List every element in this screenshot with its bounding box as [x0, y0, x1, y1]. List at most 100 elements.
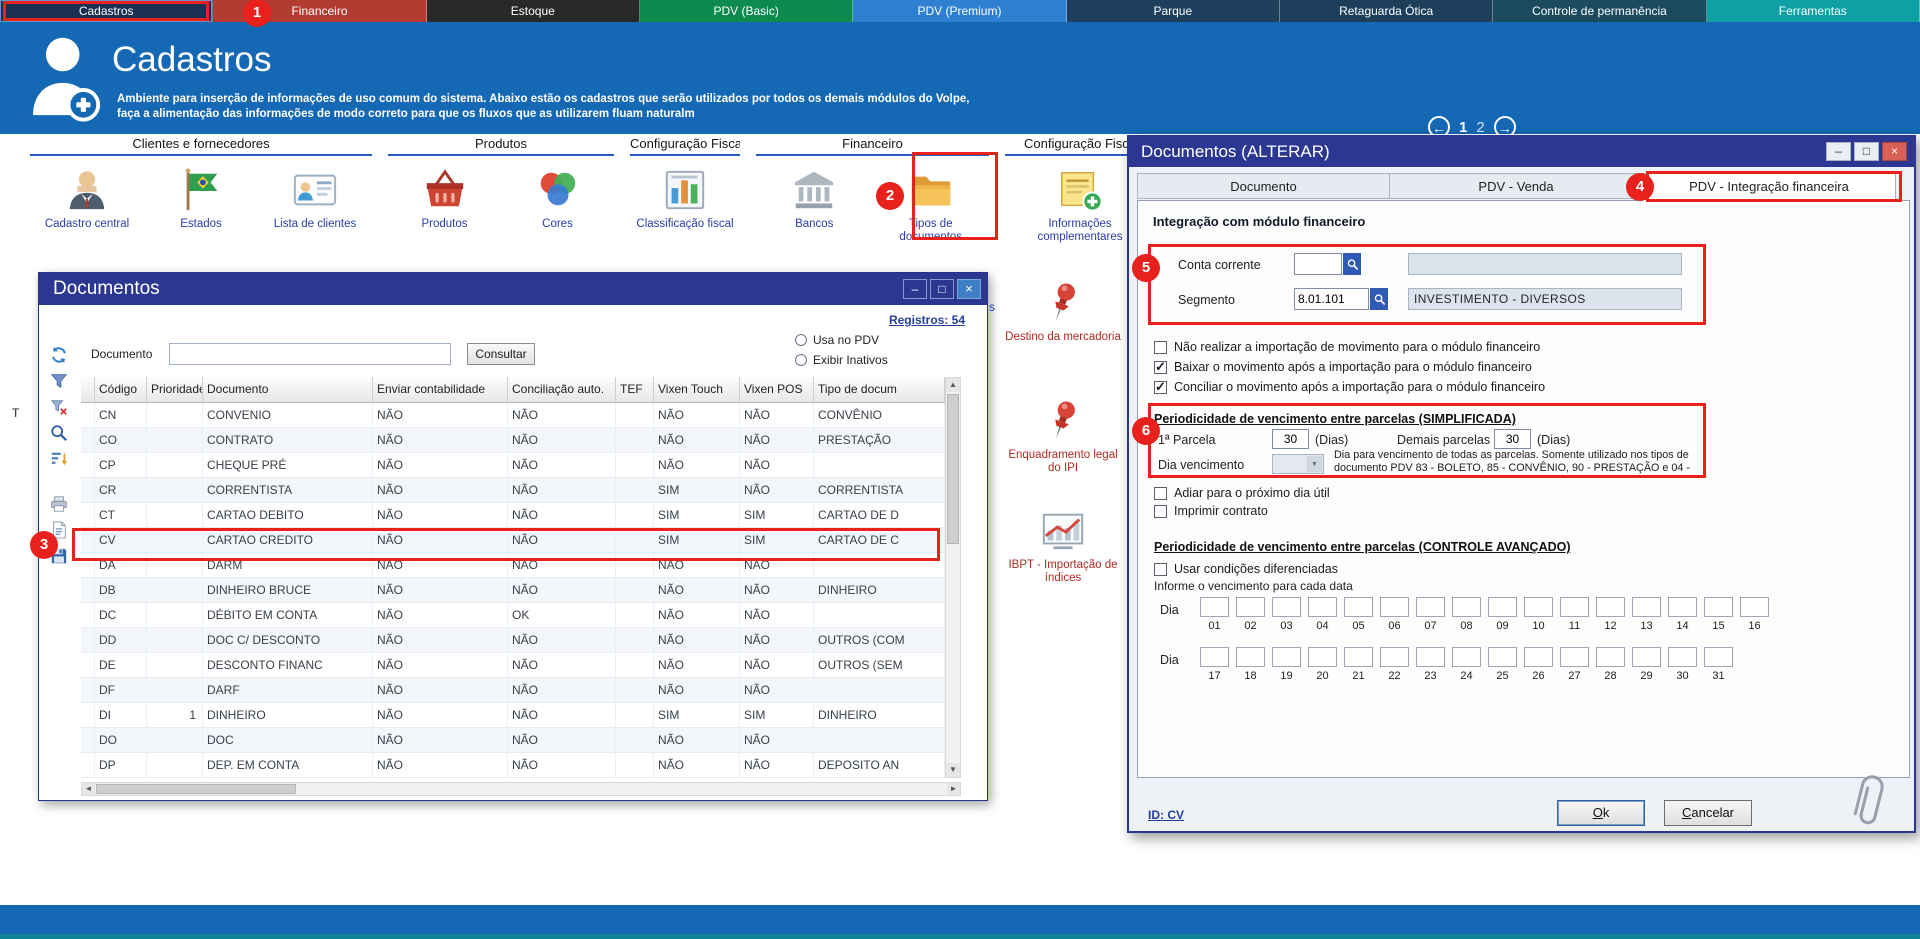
day-input-20[interactable] — [1308, 647, 1337, 667]
checkbox-imprimir-contrato[interactable]: Imprimir contrato — [1154, 501, 1268, 521]
top-tab-controle-de-permanencia[interactable]: Controle de permanência — [1493, 0, 1706, 22]
radio-usa-no-pdv[interactable]: Usa no PDV — [795, 333, 879, 347]
day-input-24[interactable] — [1452, 647, 1481, 667]
column-header-marker[interactable] — [81, 377, 95, 403]
day-input-19[interactable] — [1272, 647, 1301, 667]
day-input-27[interactable] — [1560, 647, 1589, 667]
day-input-04[interactable] — [1308, 597, 1337, 617]
cancel-button[interactable]: Cancelar — [1664, 800, 1752, 826]
close-button[interactable]: × — [1882, 142, 1907, 161]
dialog-tab-pdv-venda[interactable]: PDV - Venda — [1390, 173, 1643, 199]
day-input-14[interactable] — [1668, 597, 1697, 617]
vertical-scrollbar[interactable]: ▲ ▼ — [945, 377, 961, 778]
scroll-right-icon[interactable]: ► — [947, 783, 960, 795]
scroll-down-icon[interactable]: ▼ — [946, 763, 960, 777]
column-header-prioridade[interactable]: Prioridade — [147, 377, 203, 403]
column-header-codigo[interactable]: Código — [95, 377, 147, 403]
scroll-left-icon[interactable]: ◄ — [82, 783, 95, 795]
top-tab-parque[interactable]: Parque — [1067, 0, 1280, 22]
day-input-03[interactable] — [1272, 597, 1301, 617]
day-input-29[interactable] — [1632, 647, 1661, 667]
table-row-CT[interactable]: CTCARTAO DEBITONÃONÃOSIMSIMCARTAO DE D — [81, 503, 945, 528]
top-tab-pdv-basic[interactable]: PDV (Basic) — [640, 0, 853, 22]
shortcut-cadastro-central[interactable]: Cadastro central — [35, 165, 139, 231]
horizontal-scrollbar[interactable]: ◄ ► — [81, 782, 961, 796]
checkbox-icon[interactable]: ✓ — [1154, 361, 1167, 374]
day-input-21[interactable] — [1344, 647, 1373, 667]
column-header-tef[interactable]: TEF — [616, 377, 654, 403]
table-row-DB[interactable]: DBDINHEIRO BRUCENÃONÃONÃONÃODINHEIRO — [81, 578, 945, 603]
dialog-titlebar[interactable]: Documentos (ALTERAR) – □ × — [1129, 137, 1914, 167]
day-input-02[interactable] — [1236, 597, 1265, 617]
scrollbar-thumb[interactable] — [96, 784, 296, 794]
top-tab-ferramentas[interactable]: Ferramentas — [1707, 0, 1920, 22]
day-input-13[interactable] — [1632, 597, 1661, 617]
checkbox-icon[interactable] — [1154, 505, 1167, 518]
day-input-17[interactable] — [1200, 647, 1229, 667]
top-tab-retaguarda-otica[interactable]: Retaguarda Ótica — [1280, 0, 1493, 22]
day-input-01[interactable] — [1200, 597, 1229, 617]
shortcut-bancos[interactable]: Bancos — [762, 165, 866, 244]
top-tab-cadastros[interactable]: Cadastros — [0, 0, 213, 22]
table-row-CV[interactable]: CVCARTAO CREDITONÃONÃOSIMSIMCARTAO DE C — [81, 528, 945, 553]
day-input-12[interactable] — [1596, 597, 1625, 617]
print-icon[interactable] — [47, 492, 71, 516]
checkbox-icon[interactable] — [1154, 487, 1167, 500]
checkbox-icon[interactable] — [1154, 341, 1167, 354]
table-row-DC[interactable]: DCDÉBITO EM CONTANÃOOKNÃONÃO — [81, 603, 945, 628]
day-input-09[interactable] — [1488, 597, 1517, 617]
column-header-vixen-touch[interactable]: Vixen Touch — [654, 377, 740, 403]
pager-page-2[interactable]: 2 — [1476, 119, 1484, 136]
maximize-button[interactable]: □ — [1854, 142, 1879, 161]
day-input-15[interactable] — [1704, 597, 1733, 617]
paperclip-icon[interactable] — [1847, 772, 1894, 835]
filter-icon[interactable] — [47, 369, 71, 393]
checkbox-nao-realizar-a-importacao-de-movimento-para-o-modulo-financeiro[interactable]: Não realizar a importação de movimento p… — [1154, 337, 1545, 357]
minimize-button[interactable]: – — [1826, 142, 1851, 161]
conta-corrente-lookup-button[interactable] — [1343, 253, 1361, 275]
top-tab-estoque[interactable]: Estoque — [427, 0, 640, 22]
refresh-icon[interactable] — [47, 343, 71, 367]
table-row-DE[interactable]: DEDESCONTO FINANCNÃONÃONÃONÃOOUTROS (SEM — [81, 653, 945, 678]
day-input-10[interactable] — [1524, 597, 1553, 617]
segmento-lookup-button[interactable] — [1370, 288, 1388, 310]
day-input-06[interactable] — [1380, 597, 1409, 617]
shortcut-destino-da-mercadoria[interactable]: Destino da mercadoria — [1003, 278, 1123, 344]
demais-parcelas-input[interactable] — [1494, 429, 1531, 449]
search-input[interactable] — [169, 343, 451, 365]
day-input-22[interactable] — [1380, 647, 1409, 667]
checkbox-conciliar-o-movimento-apos-a-importacao-para-o-modulo-financeiro[interactable]: ✓Conciliar o movimento após a importação… — [1154, 377, 1545, 397]
shortcut-cores[interactable]: Cores — [506, 165, 610, 231]
documentos-titlebar[interactable]: Documentos – □ × — [39, 273, 987, 305]
clear-filter-icon[interactable] — [47, 395, 71, 419]
column-header-conciliacao-auto[interactable]: Conciliação auto. — [508, 377, 616, 403]
record-id-link[interactable]: ID: CV — [1148, 808, 1184, 822]
column-header-tipo-de-docum[interactable]: Tipo de docum — [814, 377, 945, 403]
table-row-CP[interactable]: CPCHEQUE PRÉNÃONÃONÃONÃO — [81, 453, 945, 478]
table-row-CR[interactable]: CRCORRENTISTANÃONÃOSIMNÃOCORRENTISTA — [81, 478, 945, 503]
checkbox-baixar-o-movimento-apos-a-importacao-para-o-modulo-financeiro[interactable]: ✓Baixar o movimento após a importação pa… — [1154, 357, 1545, 377]
dia-vencimento-combo[interactable]: ▼ — [1272, 454, 1324, 474]
table-row-DO[interactable]: DODOCNÃONÃONÃONÃO — [81, 728, 945, 753]
day-input-18[interactable] — [1236, 647, 1265, 667]
table-row-DI[interactable]: DI1DINHEIRONÃONÃOSIMSIMDINHEIRO — [81, 703, 945, 728]
dialog-tab-pdv-integracao-financeira[interactable]: PDV - Integração financeira — [1643, 173, 1896, 201]
radio-exibir-inativos[interactable]: Exibir Inativos — [795, 353, 888, 367]
shortcut-produtos[interactable]: Produtos — [393, 165, 497, 231]
scrollbar-thumb[interactable] — [947, 394, 959, 544]
checkbox-icon[interactable] — [1154, 563, 1167, 576]
ok-button[interactable]: Ok — [1557, 800, 1645, 826]
column-header-vixen-pos[interactable]: Vixen POS — [740, 377, 814, 403]
day-input-05[interactable] — [1344, 597, 1373, 617]
close-button[interactable]: × — [957, 279, 981, 299]
maximize-button[interactable]: □ — [930, 279, 954, 299]
table-row-CO[interactable]: COCONTRATONÃONÃONÃONÃOPRESTAÇÃO — [81, 428, 945, 453]
checkbox-icon[interactable]: ✓ — [1154, 381, 1167, 394]
shortcut-enquadramento-legal-do-ipi[interactable]: Enquadramento legal do IPI — [1003, 396, 1123, 475]
shortcut-lista-de-clientes[interactable]: Lista de clientes — [263, 165, 367, 231]
dialog-tab-documento[interactable]: Documento — [1137, 173, 1390, 199]
pager-page-1[interactable]: 1 — [1459, 119, 1467, 136]
day-input-28[interactable] — [1596, 647, 1625, 667]
table-row-CN[interactable]: CNCONVENIONÃONÃONÃONÃOCONVÊNIO — [81, 403, 945, 428]
table-row-DF[interactable]: DFDARFNÃONÃONÃONÃO — [81, 678, 945, 703]
